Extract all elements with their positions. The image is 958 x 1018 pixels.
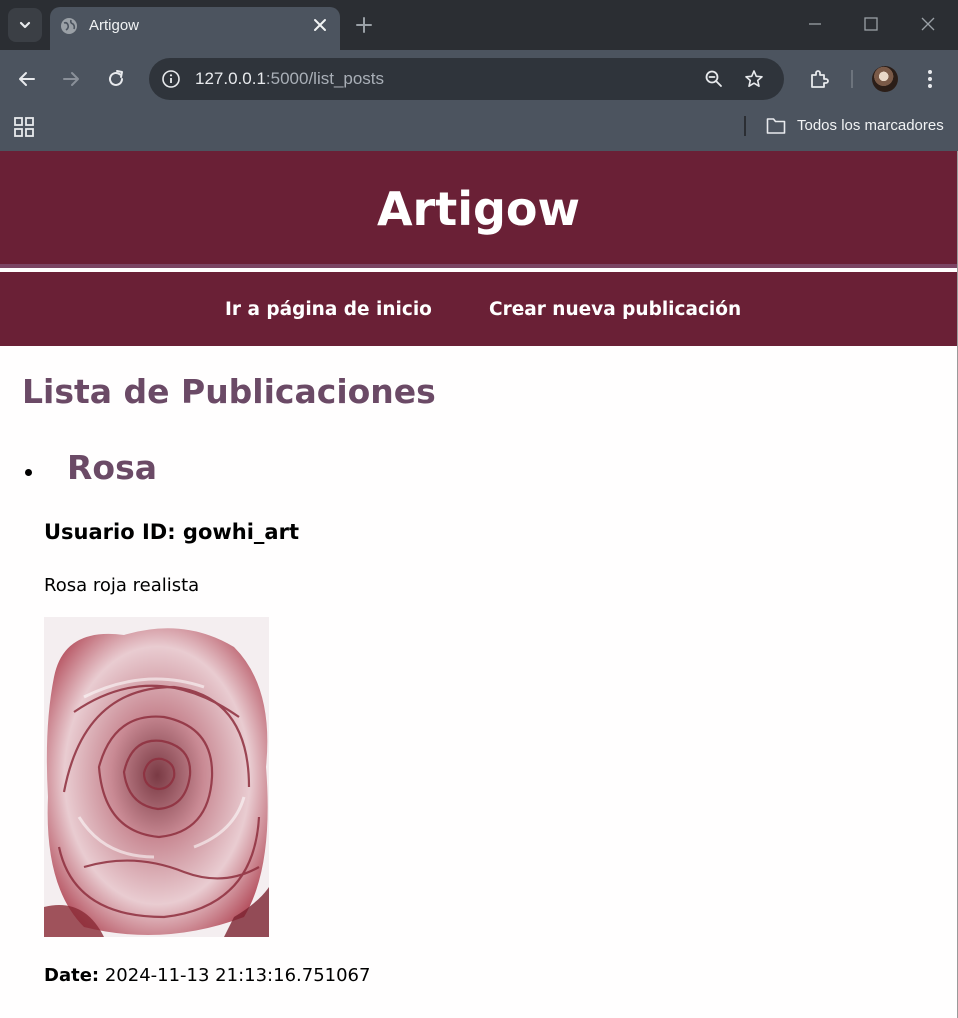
site-header: Artigow [0,151,957,268]
folder-icon[interactable] [766,117,786,135]
close-icon[interactable] [312,17,328,33]
more-menu-icon[interactable] [919,68,941,90]
browser-tab-active[interactable]: Artigow [50,7,340,50]
maximize-icon[interactable] [863,16,879,32]
bookmarks-bar: Todos los marcadores [0,108,958,151]
minimize-icon[interactable] [807,16,823,32]
url-host: 127.0.0.1 [195,69,266,88]
reload-icon[interactable] [105,68,127,90]
address-bar[interactable]: 127.0.0.1:5000/list_posts [149,58,784,100]
post-date-value: 2024-11-13 21:13:16.751067 [104,965,371,986]
url-path: :5000/list_posts [265,69,385,88]
page-title: Lista de Publicaciones [22,372,436,411]
zoom-out-icon[interactable] [704,69,724,89]
chevron-down-icon [19,21,31,29]
bookmarks-divider [744,116,746,136]
globe-icon [61,18,77,34]
tab-title: Artigow [89,17,140,34]
page-content: Artigow Ir a página de inicio Crear nuev… [0,151,958,1018]
site-title: Artigow [376,182,581,236]
list-bullet [25,469,32,476]
browser-toolbar: 127.0.0.1:5000/list_posts [0,50,958,108]
post-date: Date: 2024-11-13 21:13:16.751067 [44,965,370,986]
apps-grid-icon[interactable] [14,117,34,137]
post-user-id: Usuario ID: gowhi_art [44,520,299,544]
toolbar-divider [851,70,853,88]
rose-drawing-icon [44,617,269,937]
post-title: Rosa [67,448,157,487]
nav-link-home[interactable]: Ir a página de inicio [225,299,432,320]
back-arrow-icon[interactable] [16,68,38,90]
nav-link-new-post[interactable]: Crear nueva publicación [489,299,741,320]
window-close-icon[interactable] [920,16,936,32]
extensions-icon[interactable] [808,68,830,90]
site-nav: Ir a página de inicio Crear nueva public… [0,272,957,346]
url-text: 127.0.0.1:5000/list_posts [195,69,384,89]
site-info-icon[interactable] [161,69,181,89]
post-image [44,617,269,937]
profile-avatar[interactable] [872,66,898,92]
post-date-label: Date: [44,965,100,986]
tab-search-button[interactable] [8,8,42,42]
star-icon[interactable] [744,69,764,89]
post-description: Rosa roja realista [44,575,200,596]
new-tab-icon[interactable] [354,15,374,35]
forward-arrow-icon[interactable] [60,68,82,90]
all-bookmarks-link[interactable]: Todos los marcadores [797,117,944,134]
browser-tabstrip: Artigow [0,0,958,50]
